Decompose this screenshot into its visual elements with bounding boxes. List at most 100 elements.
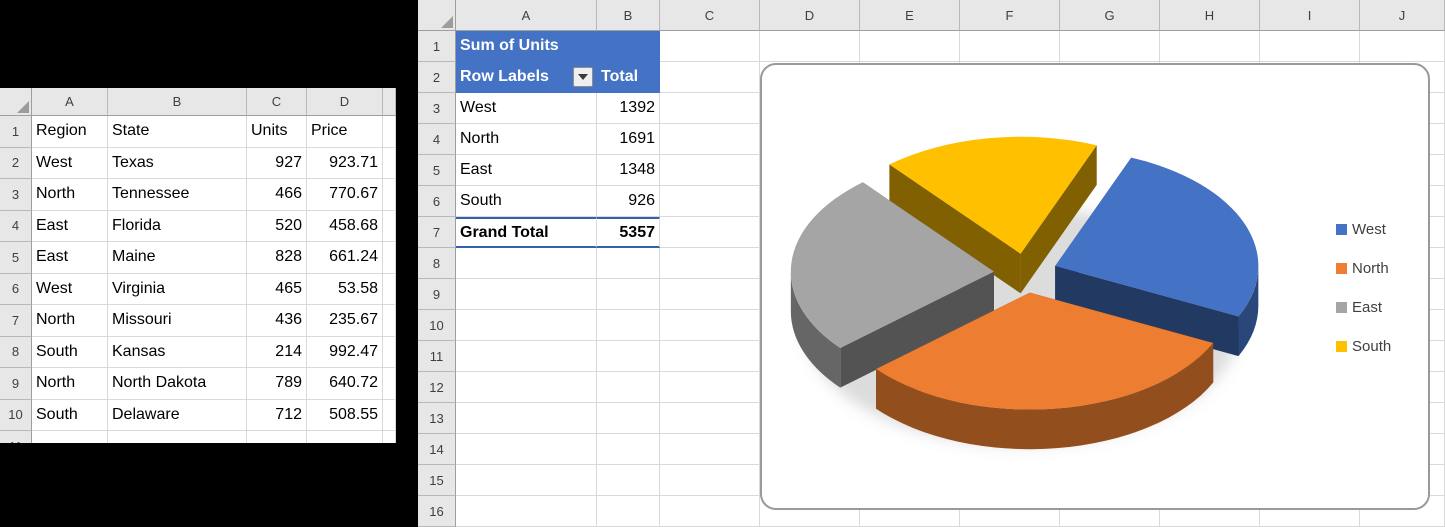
cell-d2[interactable]: 923.71 [307,148,383,180]
cell-a2[interactable]: West [32,148,108,180]
row-header-2[interactable]: 2 [418,62,456,93]
cell-d1[interactable] [760,31,860,62]
column-header-h[interactable]: H [1160,0,1260,31]
pivot-row-total-south[interactable]: 926 [597,186,660,217]
cell-a13[interactable] [456,403,597,434]
row-header-4[interactable]: 4 [0,211,32,243]
cell-a9[interactable] [456,279,597,310]
select-all-corner-right[interactable] [418,0,456,31]
cell-b8[interactable] [597,248,660,279]
cell-a11[interactable] [456,341,597,372]
cell-b5[interactable]: Maine [108,242,247,274]
row-header-15[interactable]: 15 [418,465,456,496]
cell-c3[interactable] [660,93,760,124]
column-header-a[interactable]: A [32,88,108,116]
cell-h1[interactable] [1160,31,1260,62]
cell-a9[interactable]: North [32,368,108,400]
pivot-row-labels-header[interactable]: Row Labels [456,62,597,93]
row-header-7[interactable]: 7 [418,217,456,248]
column-header-c[interactable]: C [247,88,307,116]
legend-item-east[interactable]: East [1336,296,1391,318]
cell-c6[interactable] [660,186,760,217]
cell-c13[interactable] [660,403,760,434]
cell-b12[interactable] [597,372,660,403]
cell-c8[interactable] [660,248,760,279]
cell-b15[interactable] [597,465,660,496]
cell-a16[interactable] [456,496,597,527]
cell-e1[interactable] [860,31,960,62]
cell-b4[interactable]: Florida [108,211,247,243]
cell-c16[interactable] [660,496,760,527]
cell-f1[interactable] [960,31,1060,62]
cell-g1[interactable] [1060,31,1160,62]
select-all-corner[interactable] [0,88,32,116]
cell-c7[interactable]: 436 [247,305,307,337]
cell-c11[interactable] [660,341,760,372]
cell-b11[interactable] [597,341,660,372]
cell-a3[interactable]: North [32,179,108,211]
row-header-11[interactable]: 11 [418,341,456,372]
cell-b13[interactable] [597,403,660,434]
cell-d10[interactable]: 508.55 [307,400,383,432]
cell-d1[interactable]: Price [307,116,383,148]
cell-sliver-8[interactable] [383,337,396,369]
cell-c3[interactable]: 466 [247,179,307,211]
row-header-9[interactable]: 9 [418,279,456,310]
cell-a4[interactable]: East [32,211,108,243]
row-header-10[interactable]: 10 [418,310,456,341]
cell-b11[interactable] [108,431,247,443]
cell-sliver-10[interactable] [383,400,396,432]
cell-a7[interactable]: North [32,305,108,337]
cell-d4[interactable]: 458.68 [307,211,383,243]
cell-b10[interactable] [597,310,660,341]
cell-c11[interactable] [247,431,307,443]
row-header-5[interactable]: 5 [418,155,456,186]
column-header-b[interactable]: B [108,88,247,116]
cell-d9[interactable]: 640.72 [307,368,383,400]
cell-a1[interactable]: Region [32,116,108,148]
pivot-row-total-north[interactable]: 1691 [597,124,660,155]
cell-sliver-2[interactable] [383,148,396,180]
column-header-i[interactable]: I [1260,0,1360,31]
cell-c4[interactable] [660,124,760,155]
cell-a6[interactable]: West [32,274,108,306]
cell-c9[interactable]: 789 [247,368,307,400]
pivot-grand-total-label[interactable]: Grand Total [456,217,597,248]
column-header-d[interactable]: D [307,88,383,116]
row-header-9[interactable]: 9 [0,368,32,400]
cell-a10[interactable] [456,310,597,341]
row-header-3[interactable]: 3 [0,179,32,211]
cell-c9[interactable] [660,279,760,310]
cell-b8[interactable]: Kansas [108,337,247,369]
row-header-4[interactable]: 4 [418,124,456,155]
row-header-1[interactable]: 1 [418,31,456,62]
row-header-16[interactable]: 16 [418,496,456,527]
cell-b2[interactable]: Texas [108,148,247,180]
cell-c10[interactable] [660,310,760,341]
legend-item-west[interactable]: West [1336,218,1391,240]
pivot-row-label-west[interactable]: West [456,93,597,124]
pivot-row-label-south[interactable]: South [456,186,597,217]
row-header-6[interactable]: 6 [418,186,456,217]
cell-b7[interactable]: Missouri [108,305,247,337]
cell-d6[interactable]: 53.58 [307,274,383,306]
cell-c5[interactable] [660,155,760,186]
row-labels-filter-button[interactable] [573,67,593,87]
cell-c10[interactable]: 712 [247,400,307,432]
cell-c2[interactable] [660,62,760,93]
column-header-j[interactable]: J [1360,0,1445,31]
pivot-grand-total-value[interactable]: 5357 [597,217,660,248]
cell-c14[interactable] [660,434,760,465]
cell-sliver-9[interactable] [383,368,396,400]
cell-c4[interactable]: 520 [247,211,307,243]
row-header-8[interactable]: 8 [0,337,32,369]
cell-a14[interactable] [456,434,597,465]
cell-sliver-5[interactable] [383,242,396,274]
legend-item-north[interactable]: North [1336,257,1391,279]
cell-b6[interactable]: Virginia [108,274,247,306]
row-header-14[interactable]: 14 [418,434,456,465]
column-header-sliver[interactable] [383,88,396,116]
pivot-row-total-west[interactable]: 1392 [597,93,660,124]
cell-c15[interactable] [660,465,760,496]
column-header-g[interactable]: G [1060,0,1160,31]
